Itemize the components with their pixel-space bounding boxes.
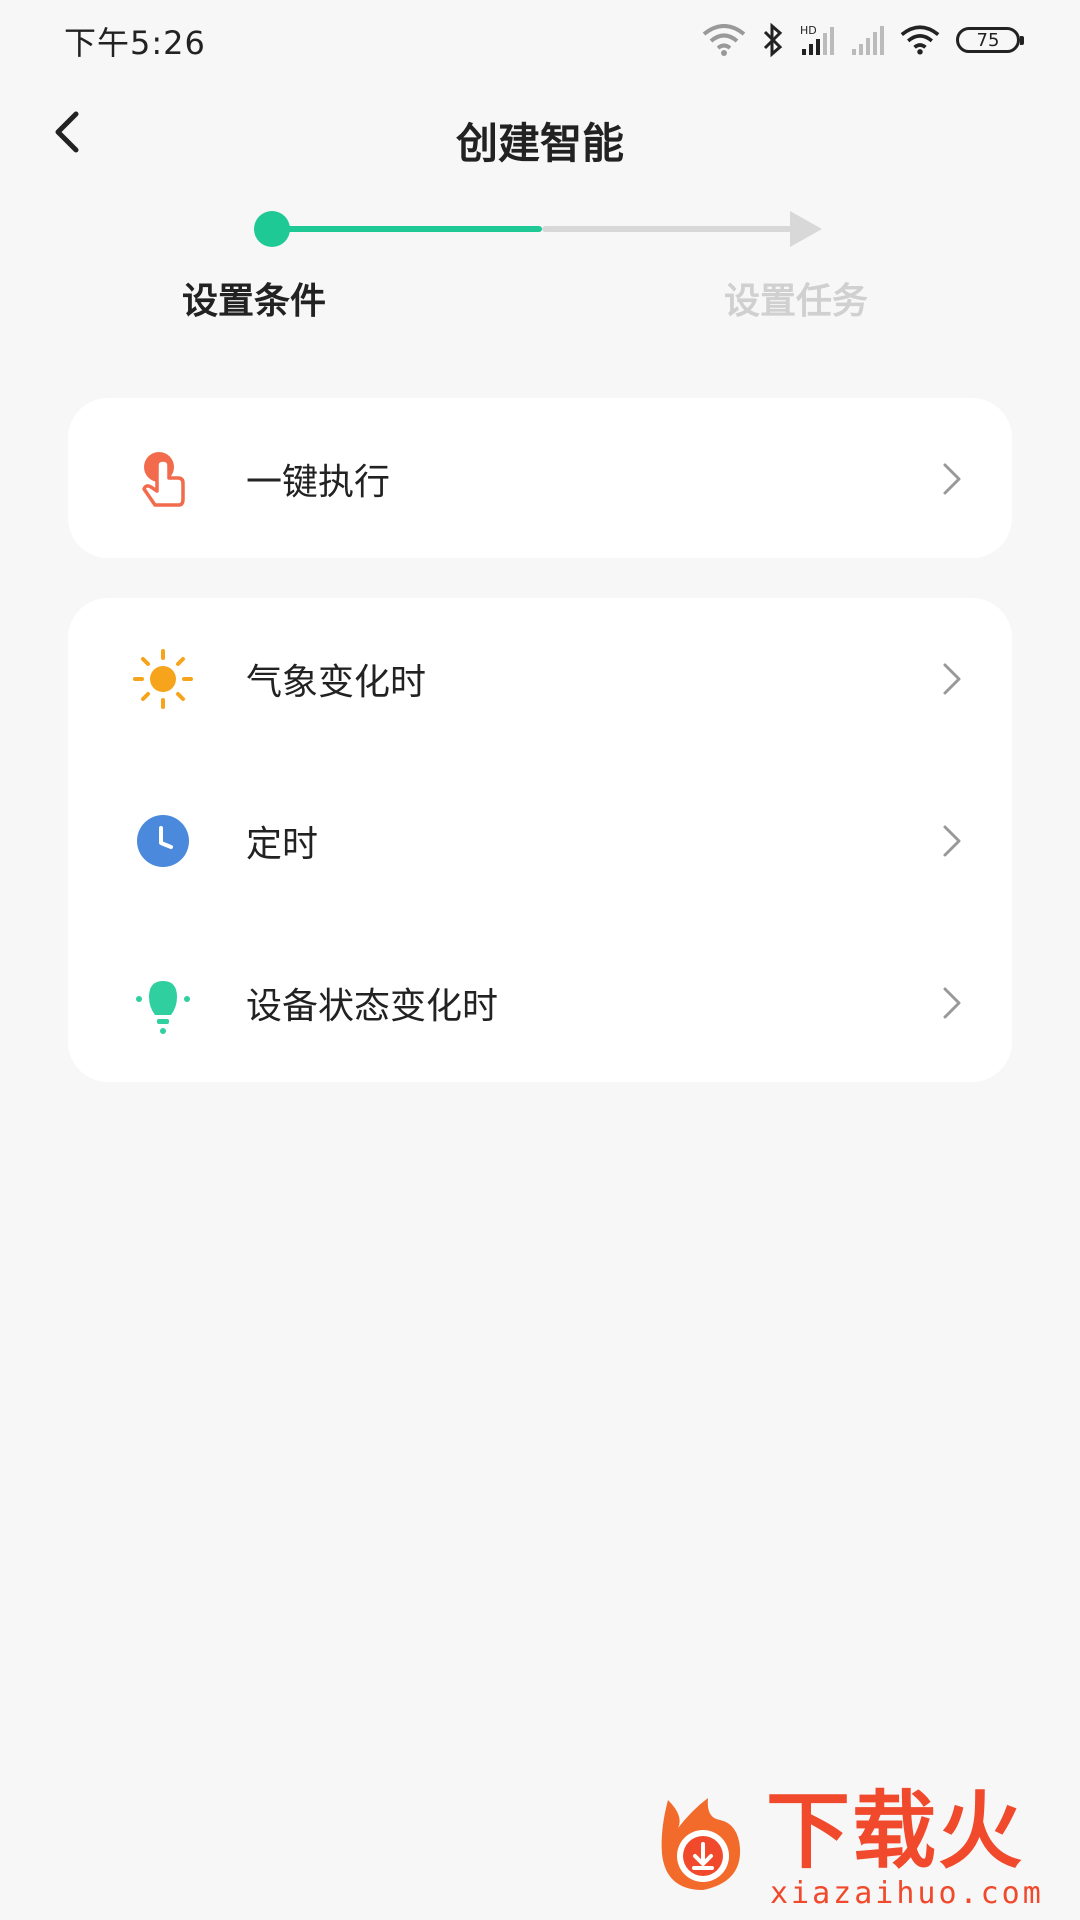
clock-icon — [128, 806, 198, 876]
watermark-text: 下载火 — [766, 1782, 1025, 1880]
step-dot — [254, 211, 290, 247]
condition-card-manual: 一键执行 — [68, 398, 1012, 558]
battery-indicator: 75 — [956, 27, 1024, 53]
step-label-set-condition: 设置条件 — [182, 281, 327, 322]
condition-row-timer[interactable]: 定时 — [68, 760, 1012, 922]
bluetooth-icon — [762, 23, 784, 57]
chevron-right-icon — [932, 983, 972, 1023]
condition-label: 一键执行 — [246, 462, 391, 503]
condition-label: 设备状态变化时 — [246, 986, 499, 1027]
step-progress-inactive — [542, 226, 792, 232]
condition-row-weather[interactable]: 气象变化时 — [68, 598, 1012, 760]
status-time: 下午5:26 — [64, 24, 206, 62]
condition-row-device-state[interactable]: 设备状态变化时 — [68, 922, 1012, 1084]
watermark-url: xiazaihuo.com — [770, 1876, 1044, 1911]
signal-icon — [850, 25, 884, 55]
sun-icon — [128, 644, 198, 714]
step-arrow-icon — [790, 211, 822, 247]
status-bar: 下午5:26 HD 75 — [0, 0, 1080, 80]
chevron-right-icon — [932, 821, 972, 861]
step-label-set-task: 设置任务 — [724, 281, 869, 322]
wifi-icon — [702, 24, 746, 56]
svg-text:HD: HD — [800, 24, 817, 37]
step-progress-active — [272, 226, 542, 232]
tap-hand-icon — [128, 444, 198, 514]
bulb-icon — [128, 968, 198, 1038]
condition-row-one-key[interactable]: 一键执行 — [68, 398, 1012, 560]
flame-logo-icon — [648, 1790, 758, 1900]
condition-label: 定时 — [246, 824, 319, 865]
page-title: 创建智能 — [455, 119, 624, 168]
hd-signal-icon: HD — [800, 23, 834, 57]
condition-label: 气象变化时 — [246, 662, 427, 703]
header: 创建智能 — [0, 80, 1080, 190]
chevron-right-icon — [932, 459, 972, 499]
chevron-right-icon — [932, 659, 972, 699]
wifi-icon — [900, 25, 940, 55]
watermark: 下载火 xiazaihuo.com — [638, 1780, 1080, 1920]
stepper: 设置条件 设置任务 — [0, 200, 1080, 340]
condition-card-auto: 气象变化时 定时 设备状态变化时 — [68, 598, 1012, 1082]
status-icons: HD 75 — [702, 20, 1024, 60]
